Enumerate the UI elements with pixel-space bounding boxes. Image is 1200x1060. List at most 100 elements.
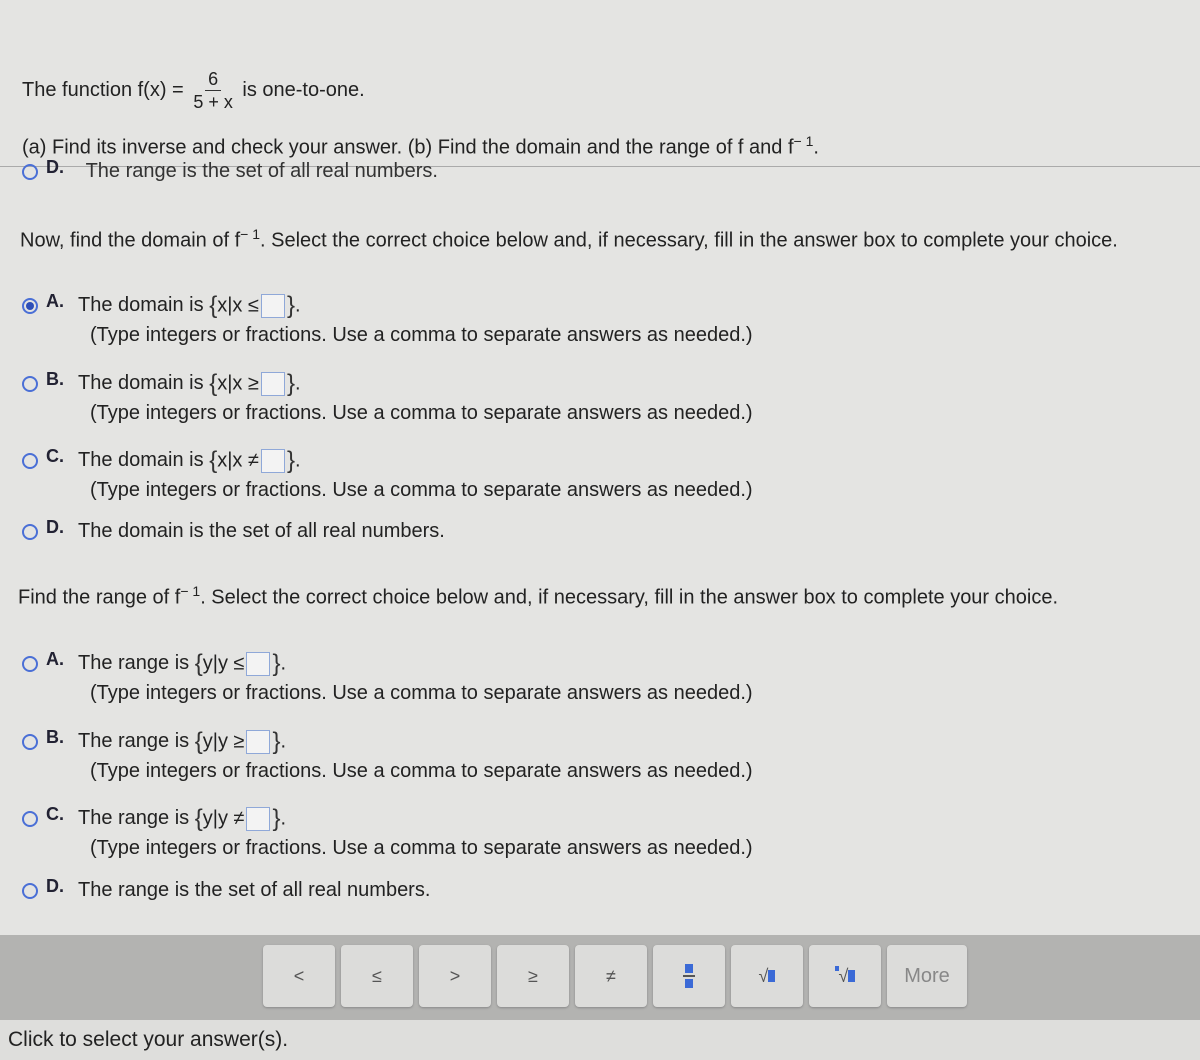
close-brace: }	[286, 447, 295, 474]
set-condition: x|x ≤	[217, 294, 259, 317]
not-equal-button[interactable]: ≠	[575, 945, 647, 1007]
answer-box[interactable]	[246, 807, 271, 831]
ne-label: ≠	[606, 965, 616, 986]
radio-button[interactable]	[22, 811, 38, 827]
option-text: The domain is	[78, 449, 204, 472]
more-button[interactable]: More	[887, 945, 967, 1007]
set-condition: y|y ≠	[202, 807, 245, 830]
open-brace: {	[209, 447, 218, 474]
open-brace: {	[209, 292, 218, 319]
option-text: The range is the set of all real numbers…	[85, 160, 438, 182]
fraction: 65 + x	[193, 68, 233, 113]
math-toolbar: < ≤ > ≥ ≠ √ √ More	[0, 935, 1200, 1020]
answer-box[interactable]	[246, 652, 271, 676]
intro-prefix: The function f(x) =	[22, 78, 184, 101]
more-label: More	[904, 964, 950, 987]
range-option-1[interactable]: B. The range is {y|y ≥}. (Type integers or…	[22, 727, 753, 783]
prompt-sup: − 1	[240, 226, 260, 242]
greater-than-button[interactable]: >	[419, 945, 491, 1007]
domain-prompt: Now, find the domain of f− 1. Select the…	[20, 226, 1118, 253]
radio-button[interactable]	[22, 163, 38, 180]
period: .	[813, 136, 819, 159]
radio-button[interactable]	[22, 376, 38, 392]
sqrt-icon: √	[759, 966, 776, 987]
prompt-suffix: . Select the correct choice below and, i…	[260, 229, 1118, 252]
answer-box[interactable]	[260, 372, 285, 396]
option-letter: D.	[46, 517, 64, 537]
greater-equal-button[interactable]: ≥	[497, 945, 569, 1007]
option-text: The domain is the set of all real number…	[78, 520, 445, 542]
less-than-button[interactable]: <	[263, 945, 335, 1007]
domain-option-0[interactable]: A. The domain is {x|x ≤}. (Type integers o…	[22, 291, 753, 347]
domain-option-2[interactable]: C. The domain is {x|x ≠}. (Type integers o…	[22, 446, 753, 502]
hint-text: (Type integers or fractions. Use a comma…	[90, 837, 753, 859]
fraction-button[interactable]	[653, 945, 725, 1007]
close-brace: }	[272, 650, 281, 677]
prompt-prefix: Find the range of f	[18, 586, 181, 609]
radio-button[interactable]	[22, 882, 38, 899]
range-prompt: Find the range of f− 1. Select the corre…	[18, 583, 1058, 610]
le-label: ≤	[372, 965, 382, 986]
option-letter: C.	[46, 804, 64, 825]
status-text: Click to select your answer(s).	[8, 1028, 289, 1051]
option-letter: A.	[46, 649, 64, 670]
radio-button[interactable]	[22, 656, 38, 672]
set-condition: y|y ≥	[202, 730, 245, 753]
hint-text: (Type integers or fractions. Use a comma…	[90, 760, 753, 782]
close-brace: }	[272, 805, 281, 832]
answer-box[interactable]	[260, 449, 285, 473]
less-equal-button[interactable]: ≤	[341, 945, 413, 1007]
answer-box[interactable]	[246, 730, 271, 754]
open-brace: {	[194, 805, 203, 832]
range-option-2[interactable]: C. The range is {y|y ≠}. (Type integers or…	[22, 804, 753, 860]
option-letter: D.	[46, 876, 64, 896]
range-option-3[interactable]: D. The range is the set of all real numbe…	[22, 876, 431, 902]
option-letter: B.	[46, 727, 64, 748]
domain-option-3[interactable]: D. The domain is the set of all real numb…	[22, 517, 445, 543]
gt-label: >	[449, 965, 461, 986]
radio-button[interactable]	[22, 298, 38, 314]
prompt-sup: − 1	[180, 583, 201, 599]
radio-button[interactable]	[22, 523, 38, 540]
option-letter: B.	[46, 369, 64, 390]
hint-text: (Type integers or fractions. Use a comma…	[90, 682, 753, 704]
close-brace: }	[272, 728, 281, 755]
close-brace: }	[286, 292, 295, 319]
option-text: The domain is	[78, 294, 204, 317]
option-letter: D.	[46, 160, 64, 177]
numerator: 6	[205, 68, 222, 91]
nth-root-icon: √	[834, 965, 856, 987]
range-option-0[interactable]: A. The range is {y|y ≤}. (Type integers or…	[22, 649, 753, 705]
hint-text: (Type integers or fractions. Use a comma…	[90, 402, 753, 424]
fraction-icon	[683, 964, 695, 988]
option-text: The domain is	[78, 372, 204, 395]
denominator: 5 + x	[193, 92, 233, 112]
radio-button[interactable]	[22, 453, 38, 469]
close-brace: }	[286, 370, 295, 397]
domain-option-1[interactable]: B. The domain is {x|x ≥}. (Type integers o…	[22, 369, 753, 425]
option-text: The range is	[78, 652, 190, 675]
open-brace: {	[194, 728, 203, 755]
set-condition: x|x ≥	[217, 372, 259, 395]
radio-button[interactable]	[22, 734, 38, 750]
hint-text: (Type integers or fractions. Use a comma…	[90, 324, 753, 346]
question-parts: (a) Find its inverse and check your answ…	[22, 133, 819, 160]
set-condition: x|x ≠	[217, 449, 259, 472]
set-condition: y|y ≤	[202, 652, 245, 675]
open-brace: {	[209, 370, 218, 397]
parts-text: (a) Find its inverse and check your answ…	[22, 136, 794, 159]
function-statement: The function f(x) = 65 + x is one-to-one…	[22, 68, 365, 113]
hint-text: (Type integers or fractions. Use a comma…	[90, 479, 753, 501]
answer-box[interactable]	[260, 294, 285, 318]
nth-root-button[interactable]: √	[809, 945, 881, 1007]
ge-label: ≥	[528, 965, 538, 986]
footer-bar: Click to select your answer(s).	[0, 1020, 1200, 1060]
lt-label: <	[293, 965, 305, 986]
prompt-prefix: Now, find the domain of f	[20, 229, 241, 252]
cutoff-option[interactable]: D. The range is the set of all real numb…	[22, 160, 438, 184]
inverse-sup: − 1	[793, 133, 814, 149]
option-text: The range is the set of all real numbers…	[78, 879, 431, 901]
sqrt-button[interactable]: √	[731, 945, 803, 1007]
option-letter: C.	[46, 446, 64, 467]
prompt-suffix: . Select the correct choice below and, i…	[200, 586, 1059, 609]
